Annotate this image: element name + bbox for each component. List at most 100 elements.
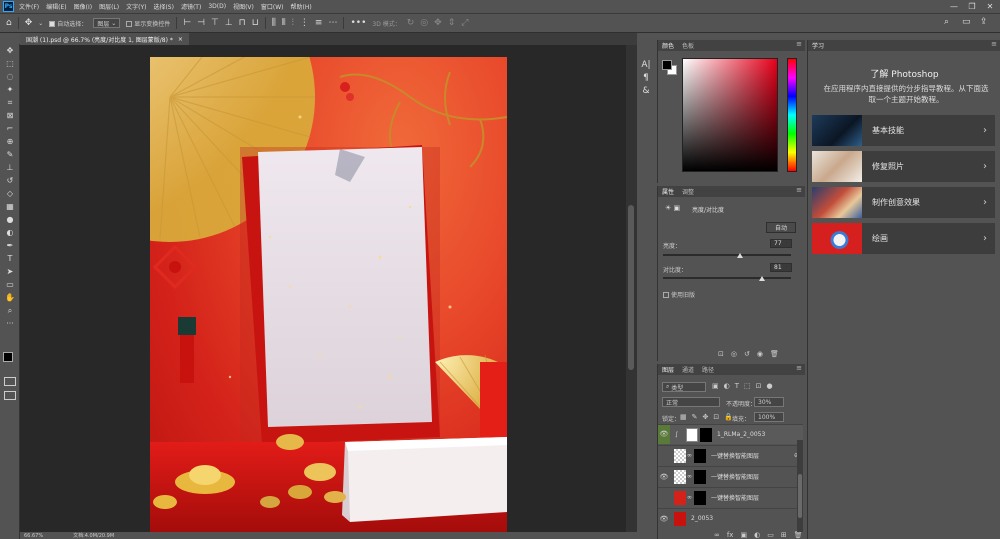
restore-icon[interactable]: ❐	[963, 0, 981, 13]
distribute-icon[interactable]: ≡	[315, 18, 323, 28]
layer-row[interactable]: ∞ 一键替换智能图层 ⊘	[658, 445, 803, 465]
blend-mode-dropdown[interactable]: 正常	[662, 397, 720, 407]
rectangle-tool-icon[interactable]: ▭	[0, 278, 20, 291]
eraser-tool-icon[interactable]: ◇	[0, 187, 20, 200]
menu-help[interactable]: 帮助(H)	[291, 2, 312, 11]
glyphs-panel-icon[interactable]: &	[637, 86, 655, 96]
align-right-icon[interactable]: ⊤	[211, 18, 219, 28]
type-filter-icon[interactable]: T	[735, 382, 739, 390]
menu-file[interactable]: 文件(F)	[19, 2, 39, 11]
move-tool-icon[interactable]: ✥	[25, 18, 33, 28]
distribute-icon[interactable]: ⋯	[328, 18, 337, 28]
checkbox-box[interactable]	[663, 291, 669, 298]
brightness-slider-handle[interactable]	[736, 253, 743, 258]
screen-mode-icon[interactable]	[4, 391, 16, 400]
lock-position-icon[interactable]: ✥	[703, 413, 709, 421]
link-layers-icon[interactable]: ∞	[714, 531, 720, 539]
add-style-icon[interactable]: fx	[727, 531, 734, 539]
history-brush-icon[interactable]: ↺	[0, 174, 20, 187]
minimize-icon[interactable]: —	[945, 0, 963, 13]
tab-properties[interactable]: 属性	[662, 187, 674, 196]
learn-topic-basic-skills[interactable]: 基本技能 ›	[812, 115, 995, 146]
distribute-icon[interactable]: ⫴	[282, 18, 286, 28]
menu-3d[interactable]: 3D(D)	[208, 3, 226, 10]
menu-layer[interactable]: 图层(L)	[99, 2, 119, 11]
view-previous-icon[interactable]: ◎	[731, 350, 737, 358]
distribute-icon[interactable]: ⋮	[300, 18, 309, 28]
gradient-tool-icon[interactable]: ▦	[0, 200, 20, 213]
layer-row[interactable]: ∞ 一键替换智能图层	[658, 487, 803, 507]
delete-layer-icon[interactable]: 🗑	[794, 531, 803, 539]
adjustment-filter-icon[interactable]: ◐	[724, 382, 730, 390]
healing-tool-icon[interactable]: ⊕	[0, 135, 20, 148]
magic-wand-tool-icon[interactable]: ✦	[0, 83, 20, 96]
panel-menu-icon[interactable]: ≡	[796, 364, 802, 372]
3d-pan-icon[interactable]: ✥	[434, 18, 442, 28]
character-panel-icon[interactable]: A|	[637, 60, 655, 70]
layer-mask-thumbnail[interactable]	[700, 427, 712, 442]
layer-mask-thumbnail[interactable]	[694, 448, 706, 463]
3d-roll-icon[interactable]: ◎	[420, 18, 428, 28]
lock-transparent-icon[interactable]: ▦	[680, 413, 687, 421]
layer-row[interactable]: 👁 ∫ 1_RLMa_2_0053	[658, 424, 803, 444]
color-picker-field[interactable]	[682, 58, 778, 172]
lock-artboard-icon[interactable]: ⊡	[713, 413, 719, 421]
shape-filter-icon[interactable]: ⬚	[744, 382, 751, 390]
layer-filter-dropdown[interactable]: ⌕ 类型	[662, 382, 706, 392]
visibility-icon[interactable]: ◉	[757, 350, 763, 358]
layer-row[interactable]: 👁 ∞ 一键替换智能图层	[658, 466, 803, 486]
stamp-tool-icon[interactable]: ⊥	[0, 161, 20, 174]
distribute-icon[interactable]: ⫶	[292, 18, 294, 28]
layer-row[interactable]: 👁 2_0053	[658, 508, 803, 528]
lock-image-icon[interactable]: ✎	[692, 413, 698, 421]
pixel-filter-icon[interactable]: ▣	[712, 382, 719, 390]
menu-image[interactable]: 图像(I)	[74, 2, 92, 11]
distribute-icon[interactable]: ⫼	[272, 18, 276, 28]
menu-window[interactable]: 窗口(W)	[261, 2, 284, 11]
auto-select-dropdown[interactable]: 图层 ⌄	[93, 18, 121, 28]
auto-select-checkbox[interactable]: 自动选择：	[49, 19, 87, 28]
visibility-eye-icon[interactable]: 👁	[658, 473, 670, 481]
panel-menu-icon[interactable]: ≡	[991, 40, 997, 48]
panel-menu-icon[interactable]: ≡	[796, 40, 802, 48]
menu-edit[interactable]: 编辑(E)	[46, 2, 66, 11]
paragraph-panel-icon[interactable]: ¶	[637, 73, 655, 83]
smart-object-filter-icon[interactable]: ⊡	[756, 382, 762, 390]
new-adjustment-icon[interactable]: ◐	[754, 531, 760, 539]
learn-topic-fix-photo[interactable]: 修复照片 ›	[812, 151, 995, 182]
learn-topic-creative-effects[interactable]: 制作创意效果 ›	[812, 187, 995, 218]
3d-scale-icon[interactable]: ⤢	[461, 18, 468, 28]
hue-slider[interactable]	[787, 58, 797, 172]
zoom-level[interactable]: 66.67%	[24, 533, 43, 539]
menu-view[interactable]: 视图(V)	[233, 2, 254, 11]
new-group-icon[interactable]: ▭	[767, 531, 774, 539]
add-mask-icon[interactable]: ▣	[740, 531, 747, 539]
more-tools-icon[interactable]: ···	[0, 317, 20, 330]
layer-name[interactable]: 1_RLMa_2_0053	[717, 431, 765, 438]
layer-mask-thumbnail[interactable]	[694, 469, 706, 484]
eyedropper-tool-icon[interactable]: ⌐	[0, 122, 20, 135]
close-icon[interactable]: ✕	[981, 0, 999, 13]
menu-select[interactable]: 选择(S)	[153, 2, 174, 11]
lasso-tool-icon[interactable]: ◌	[0, 70, 20, 83]
move-tool-icon[interactable]: ✥	[0, 44, 20, 57]
contrast-slider-handle[interactable]	[758, 276, 765, 281]
align-center-icon[interactable]: ⊣	[197, 18, 205, 28]
tab-color[interactable]: 颜色	[662, 41, 674, 50]
marquee-tool-icon[interactable]: ⬚	[0, 57, 20, 70]
3d-rotate-icon[interactable]: ↻	[407, 18, 415, 28]
transform-controls-checkbox[interactable]: 显示变换控件	[126, 19, 170, 28]
layer-name[interactable]: 一键替换智能图层	[711, 472, 759, 481]
contrast-value[interactable]: 81	[770, 263, 792, 272]
fill-field[interactable]: 100%	[754, 412, 784, 422]
opacity-field[interactable]: 30%	[754, 397, 784, 407]
reset-icon[interactable]: ↺	[744, 350, 750, 358]
type-tool-icon[interactable]: T	[0, 252, 20, 265]
layer-mask-thumbnail[interactable]	[694, 490, 706, 505]
tab-adjustments[interactable]: 调整	[682, 187, 694, 196]
brightness-value[interactable]: 77	[770, 239, 792, 248]
pen-tool-icon[interactable]: ✒	[0, 239, 20, 252]
tab-paths[interactable]: 路径	[702, 365, 714, 374]
search-icon[interactable]: ⌕	[944, 17, 949, 27]
foreground-color-swatch[interactable]	[3, 352, 13, 362]
